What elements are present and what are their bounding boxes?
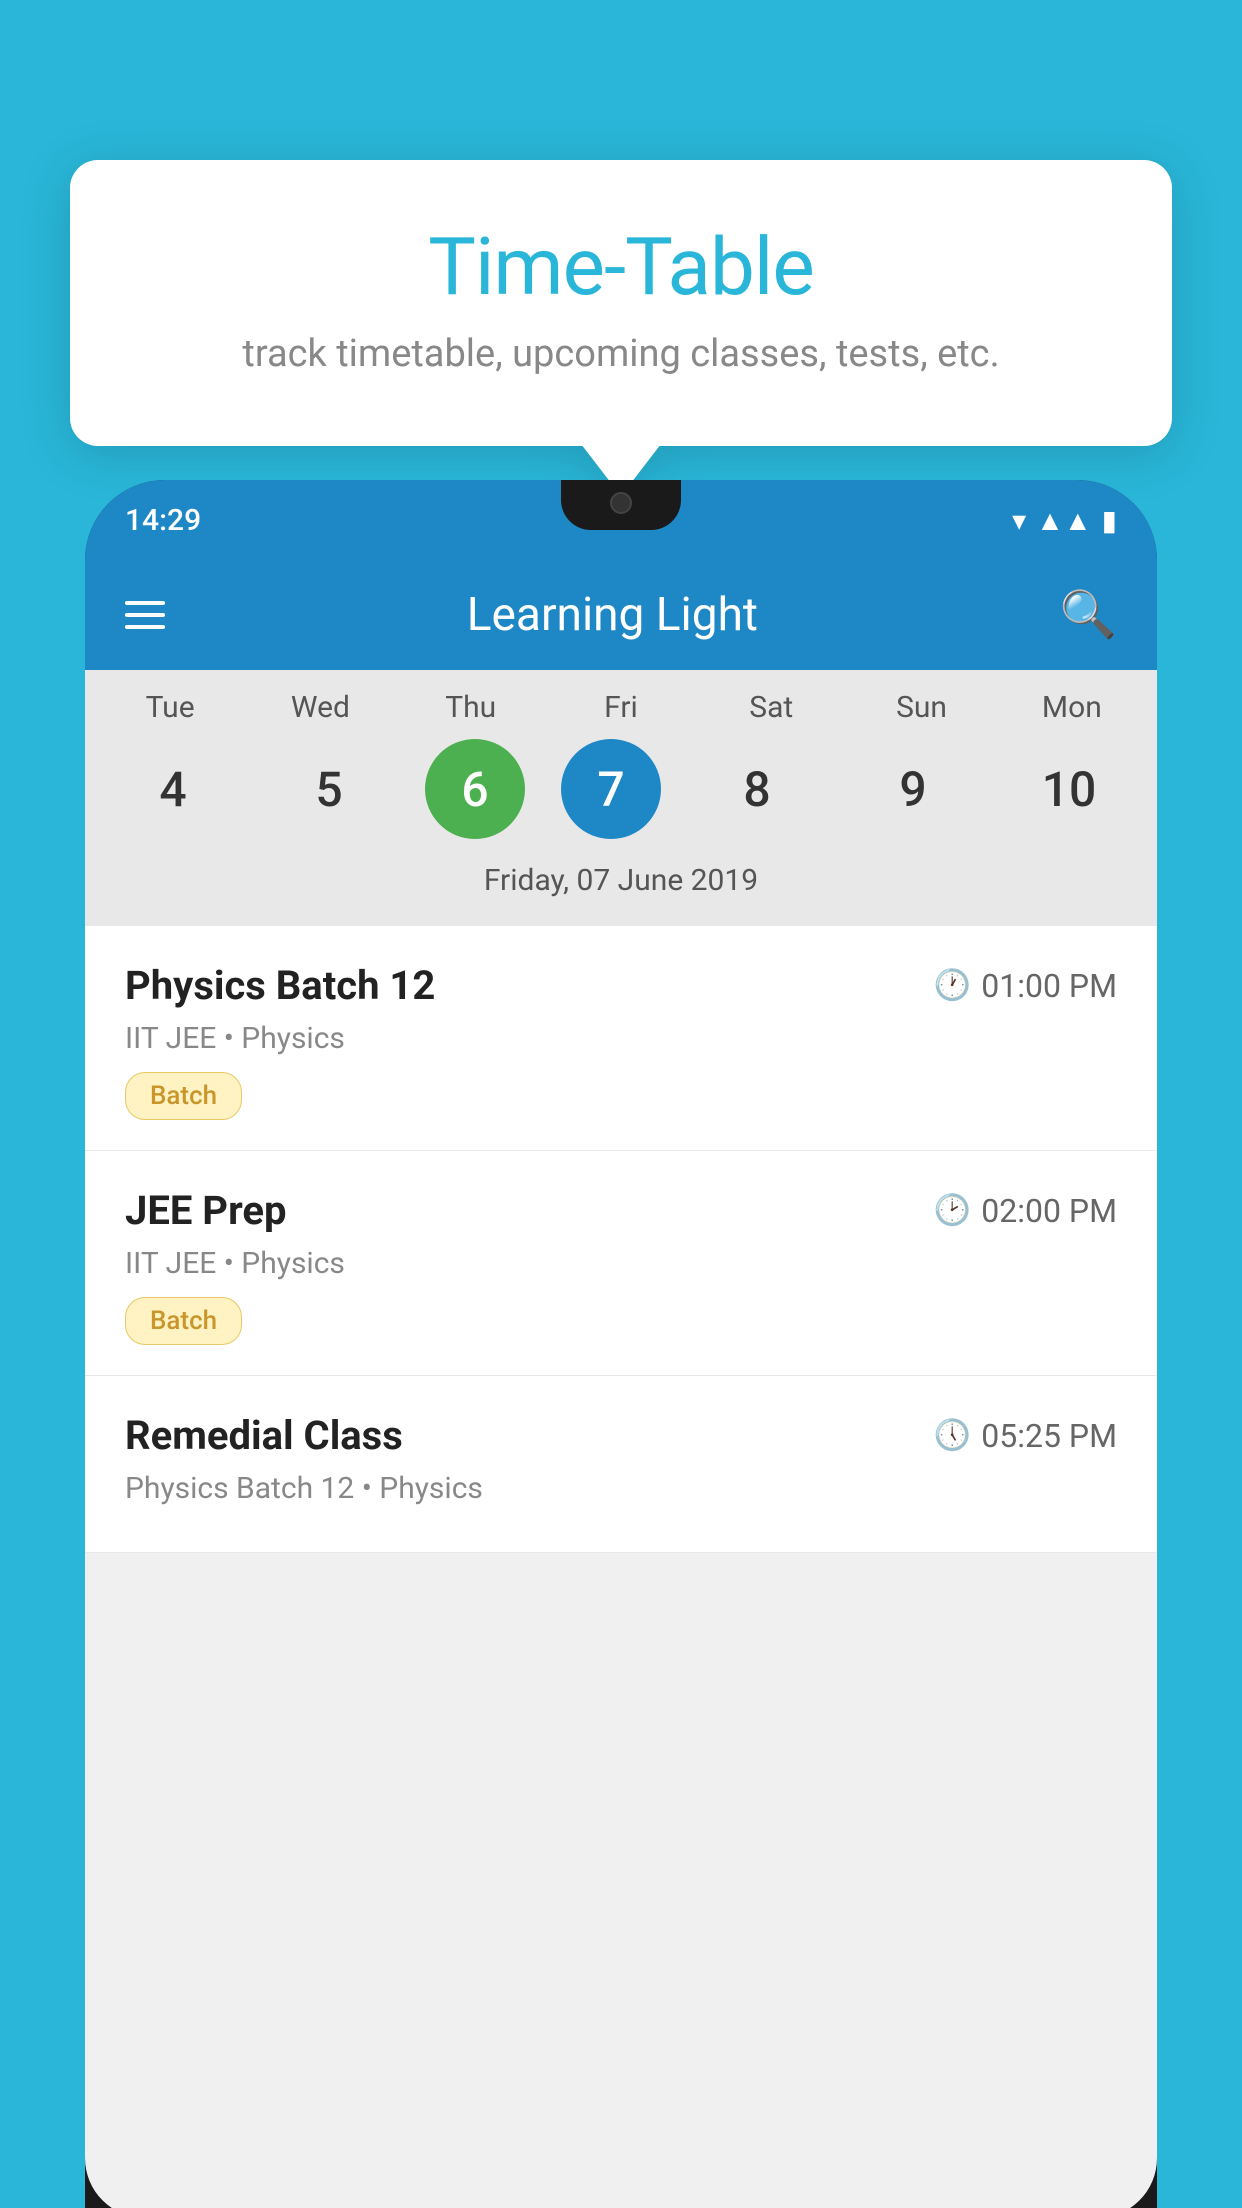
- notch: [561, 480, 681, 530]
- day-headers: Tue Wed Thu Fri Sat Sun Mon: [85, 690, 1157, 725]
- day-numbers: 4 5 6 7 8 9 10: [85, 739, 1157, 839]
- item-header-2: Remedial Class 🕔 05:25 PM: [125, 1412, 1117, 1459]
- phone-container: 14:29 ▾ ▲▲ ▮ Learning Light 🔍 Tue Wed Th: [85, 480, 1157, 2208]
- battery-icon: ▮: [1102, 504, 1117, 537]
- phone-frame: 14:29 ▾ ▲▲ ▮ Learning Light 🔍 Tue Wed Th: [85, 480, 1157, 2208]
- day-header-sun: Sun: [862, 690, 982, 725]
- wifi-icon: ▾: [1012, 504, 1026, 537]
- schedule-item-0[interactable]: Physics Batch 12 🕐 01:00 PM IIT JEE • Ph…: [85, 926, 1157, 1151]
- day-9[interactable]: 9: [853, 739, 973, 839]
- day-header-fri: Fri: [561, 690, 681, 725]
- phone-content: Tue Wed Thu Fri Sat Sun Mon 4 5 6 7 8 9 …: [85, 670, 1157, 2208]
- calendar-strip: Tue Wed Thu Fri Sat Sun Mon 4 5 6 7 8 9 …: [85, 670, 1157, 926]
- schedule-item-2[interactable]: Remedial Class 🕔 05:25 PM Physics Batch …: [85, 1376, 1157, 1553]
- clock-icon-0: 🕐: [934, 968, 971, 1003]
- item-subtitle-0: IIT JEE • Physics: [125, 1021, 1117, 1056]
- front-camera: [610, 492, 632, 514]
- day-header-thu: Thu: [411, 690, 531, 725]
- item-title-0: Physics Batch 12: [125, 962, 435, 1009]
- day-header-tue: Tue: [110, 690, 230, 725]
- schedule-item-1[interactable]: JEE Prep 🕑 02:00 PM IIT JEE • Physics Ba…: [85, 1151, 1157, 1376]
- app-title: Learning Light: [467, 588, 758, 642]
- status-icons: ▾ ▲▲ ▮: [1012, 504, 1117, 537]
- day-header-sat: Sat: [711, 690, 831, 725]
- clock-icon-1: 🕑: [934, 1193, 971, 1228]
- tooltip-subtitle: track timetable, upcoming classes, tests…: [140, 332, 1102, 376]
- item-time-0: 🕐 01:00 PM: [934, 967, 1117, 1005]
- status-time: 14:29: [125, 503, 201, 538]
- menu-button[interactable]: [125, 601, 165, 629]
- item-header-1: JEE Prep 🕑 02:00 PM: [125, 1187, 1117, 1234]
- batch-badge-0: Batch: [125, 1072, 242, 1120]
- signal-icon: ▲▲: [1036, 504, 1091, 537]
- item-title-2: Remedial Class: [125, 1412, 403, 1459]
- day-4[interactable]: 4: [113, 739, 233, 839]
- batch-badge-1: Batch: [125, 1297, 242, 1345]
- item-subtitle-1: IIT JEE • Physics: [125, 1246, 1117, 1281]
- day-8[interactable]: 8: [697, 739, 817, 839]
- clock-icon-2: 🕔: [934, 1418, 971, 1453]
- tooltip-card: Time-Table track timetable, upcoming cla…: [70, 160, 1172, 446]
- item-header-0: Physics Batch 12 🕐 01:00 PM: [125, 962, 1117, 1009]
- search-icon[interactable]: 🔍: [1060, 588, 1117, 642]
- day-5[interactable]: 5: [269, 739, 389, 839]
- item-time-1: 🕑 02:00 PM: [934, 1192, 1117, 1230]
- day-header-wed: Wed: [260, 690, 380, 725]
- day-7-selected[interactable]: 7: [561, 739, 661, 839]
- tooltip-title: Time-Table: [140, 220, 1102, 314]
- item-subtitle-2: Physics Batch 12 • Physics: [125, 1471, 1117, 1506]
- app-header: Learning Light 🔍: [85, 560, 1157, 670]
- schedule-list: Physics Batch 12 🕐 01:00 PM IIT JEE • Ph…: [85, 926, 1157, 1553]
- status-bar: 14:29 ▾ ▲▲ ▮: [85, 480, 1157, 560]
- day-6-today[interactable]: 6: [425, 739, 525, 839]
- item-title-1: JEE Prep: [125, 1187, 286, 1234]
- day-10[interactable]: 10: [1009, 739, 1129, 839]
- item-time-2: 🕔 05:25 PM: [934, 1417, 1117, 1455]
- day-header-mon: Mon: [1012, 690, 1132, 725]
- selected-date: Friday, 07 June 2019: [85, 853, 1157, 916]
